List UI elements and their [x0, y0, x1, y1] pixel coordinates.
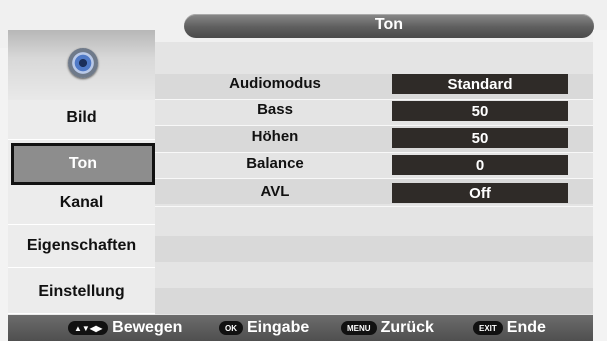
menu-key-icon: MENU [341, 321, 377, 335]
arrow-keys-icon: ▲▼◀▶ [68, 321, 109, 335]
sidebar-item-label: Kanal [59, 194, 104, 211]
sidebar-item-eigenschaften[interactable]: Eigenschaften [8, 225, 155, 268]
setting-label-balance: Balance [246, 155, 304, 172]
sidebar-icon-area [8, 30, 155, 100]
row-divider [155, 152, 593, 153]
setting-label-audiomodus: Audiomodus [229, 75, 321, 92]
hint-label: Eingabe [247, 319, 310, 336]
sidebar-item-label: Einstellung [38, 283, 125, 300]
sidebar-item-label: Bild [66, 109, 97, 126]
title-pill: Ton [184, 14, 594, 38]
bottom-hint-bar: ▲▼◀▶ Bewegen OK Eingabe MENU Zurück EXIT… [8, 315, 593, 341]
hint-label: Ende [506, 319, 546, 336]
setting-label-hoehen: Höhen [251, 128, 299, 145]
exit-key-icon: EXIT [473, 321, 503, 335]
hint-label: Zurück [380, 319, 434, 336]
row-stripe [155, 288, 593, 314]
setting-value-hoehen[interactable]: 50 [392, 128, 568, 148]
hint-move: ▲▼◀▶ Bewegen [68, 319, 182, 337]
row-divider [155, 178, 593, 179]
sidebar-item-label: Eigenschaften [26, 237, 137, 254]
hint-label: Bewegen [112, 319, 183, 336]
setting-label-avl: AVL [260, 183, 290, 200]
ok-key-icon: OK [219, 321, 243, 335]
row-divider [155, 125, 593, 126]
sidebar-item-label: Ton [68, 155, 98, 172]
hint-enter: OK Eingabe [219, 319, 309, 337]
hint-exit: EXIT Ende [473, 319, 546, 337]
row-divider [155, 206, 593, 207]
frame-edge [593, 30, 607, 341]
speaker-icon [68, 48, 98, 78]
sidebar-item-bild[interactable]: Bild [8, 97, 155, 140]
sidebar-item-einstellung[interactable]: Einstellung [8, 271, 155, 314]
sidebar-item-ton[interactable]: Ton [11, 143, 155, 185]
row-stripe [155, 236, 593, 262]
setting-value-bass[interactable]: 50 [392, 101, 568, 121]
setting-label-bass: Bass [257, 101, 293, 118]
sidebar-item-kanal[interactable]: Kanal [8, 182, 155, 225]
hint-back: MENU Zurück [341, 319, 434, 337]
setting-value-avl[interactable]: Off [392, 183, 568, 203]
setting-value-audiomodus[interactable]: Standard [392, 74, 568, 94]
setting-value-balance[interactable]: 0 [392, 155, 568, 175]
row-divider [155, 99, 593, 100]
page-title: Ton [374, 16, 404, 33]
